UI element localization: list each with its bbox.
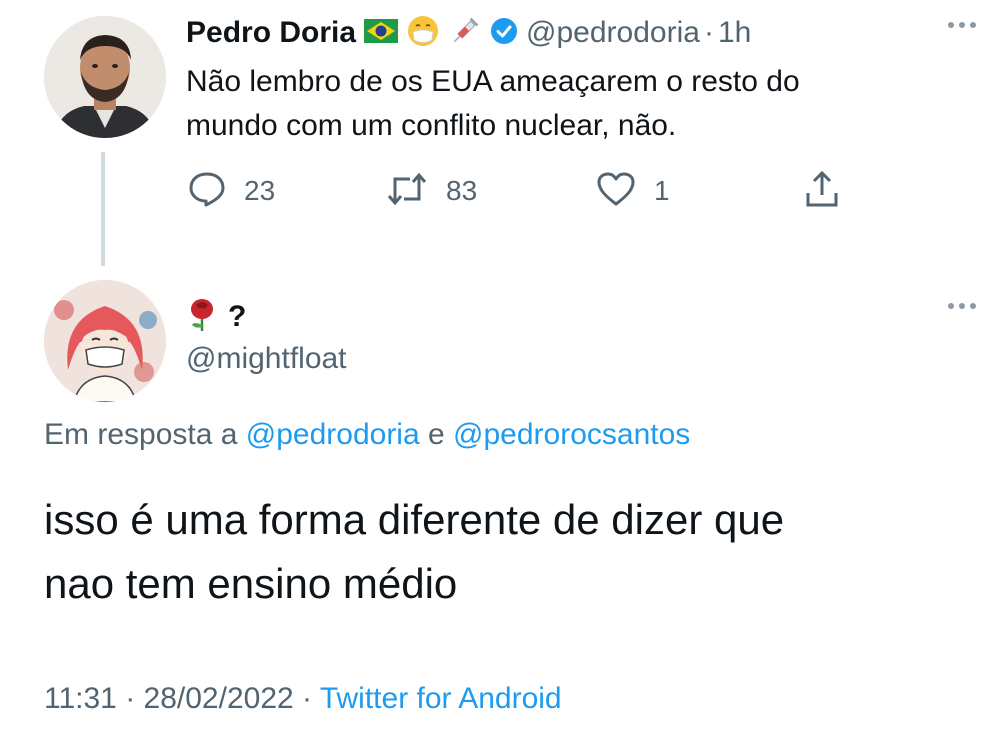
reply-count: 23	[244, 175, 276, 206]
tweet-header: Pedro Doria @pedrodoria · 1h	[186, 10, 751, 56]
more-options-icon[interactable]	[948, 22, 976, 28]
reply-author-handle[interactable]: @mightfloat	[186, 342, 347, 376]
mask-face-emoji-icon	[406, 14, 440, 53]
reply-text-line: nao tem ensino médio	[44, 560, 458, 607]
retweet-icon	[386, 172, 428, 211]
separator-dot: ·	[125, 682, 136, 715]
separator-dot: ·	[703, 16, 714, 49]
avatar-pedro-doria[interactable]	[44, 16, 166, 138]
reply-author-name[interactable]: ?	[186, 294, 246, 340]
reply-text: isso é uma forma diferente de dizer que …	[44, 488, 974, 616]
display-name[interactable]: Pedro Doria	[186, 16, 356, 50]
tweet-text-line: Não lembro de os EUA ameaçarem o resto d…	[186, 65, 800, 98]
like-count: 1	[654, 175, 670, 206]
mention-link[interactable]: @pedrodoria	[246, 418, 420, 451]
tweet-actions: 23 83 1	[186, 166, 866, 216]
brazil-flag-icon	[364, 18, 399, 48]
replying-to-conjunction: e	[428, 418, 445, 451]
verified-badge-icon	[490, 17, 518, 50]
retweet-count: 83	[446, 175, 478, 206]
separator-dot: ·	[302, 682, 313, 715]
tweet-date[interactable]: 28/02/2022	[144, 682, 294, 715]
tweet-timestamp[interactable]: 11:31	[44, 682, 117, 715]
reply-icon	[188, 171, 226, 212]
tweet-metadata: 11:31 · 28/02/2022 · Twitter for Android	[44, 682, 562, 716]
more-options-icon[interactable]	[948, 303, 976, 309]
tweet-time[interactable]: 1h	[718, 16, 751, 50]
heart-icon	[596, 171, 636, 212]
reply-name-text: ?	[228, 300, 247, 333]
mention-link[interactable]: @pedrorocsantos	[453, 418, 690, 451]
tweet-source[interactable]: Twitter for Android	[320, 682, 562, 715]
thread-connector-line	[101, 152, 105, 266]
rose-icon	[186, 297, 218, 338]
replying-to: Em resposta a @pedrodoria e @pedrorocsan…	[44, 418, 690, 452]
like-button[interactable]: 1	[596, 166, 670, 216]
share-icon	[804, 169, 840, 214]
reply-text-line: isso é uma forma diferente de dizer que	[44, 496, 785, 543]
syringe-emoji-icon	[448, 14, 482, 53]
retweet-button[interactable]: 83	[386, 166, 477, 216]
author-handle[interactable]: @pedrodoria	[526, 16, 700, 50]
reply-button[interactable]: 23	[188, 166, 275, 216]
share-button[interactable]	[804, 166, 840, 216]
tweet-text: Não lembro de os EUA ameaçarem o resto d…	[186, 60, 946, 148]
replying-to-prefix: Em resposta a	[44, 418, 238, 451]
tweet-text-line: mundo com um conflito nuclear, não.	[186, 109, 677, 142]
avatar-mightfloat[interactable]	[44, 280, 166, 402]
